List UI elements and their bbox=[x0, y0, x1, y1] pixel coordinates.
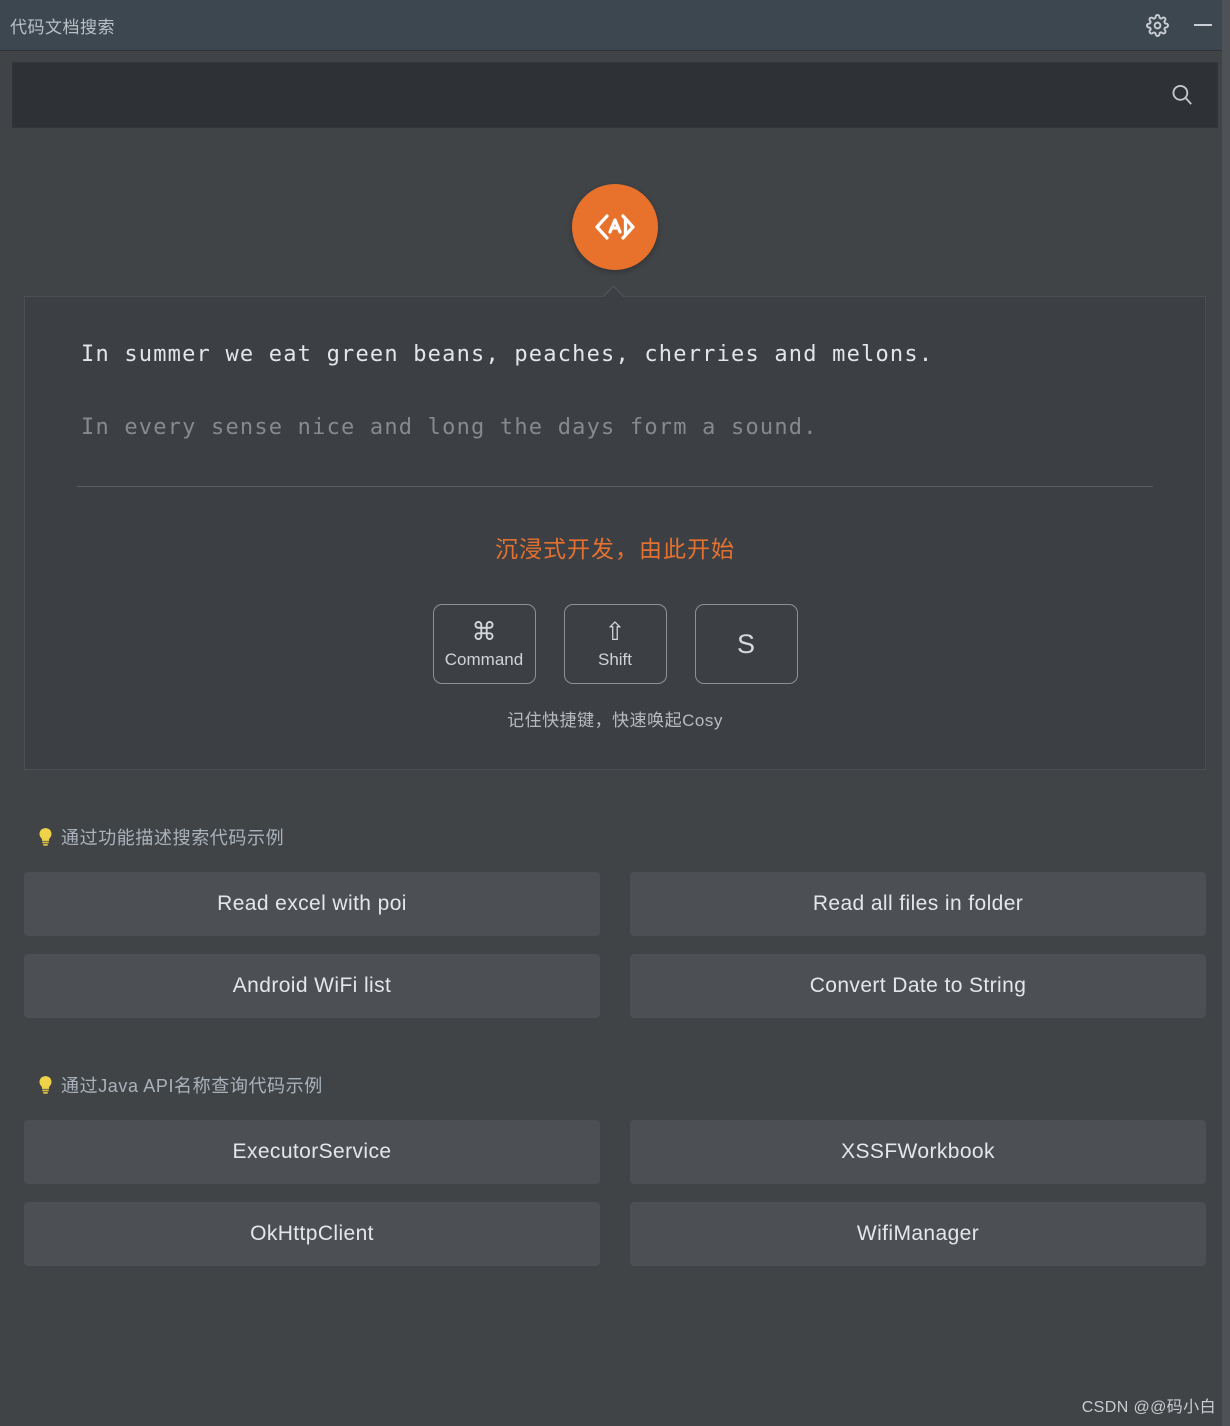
key-shift: ⇧ Shift bbox=[563, 604, 667, 684]
chip-read-excel-with-poi[interactable]: Read excel with poi bbox=[24, 872, 600, 936]
callout-panel: In summer we eat green beans, peaches, c… bbox=[24, 296, 1206, 770]
key-s-glyph: S bbox=[736, 628, 755, 659]
quote-secondary: In every sense nice and long the days fo… bbox=[81, 415, 818, 440]
code-ai-logo-icon bbox=[572, 184, 658, 270]
minimize-icon[interactable] bbox=[1190, 12, 1216, 38]
logo-glyph bbox=[595, 214, 635, 240]
shift-glyph-icon: ⇧ bbox=[604, 617, 626, 646]
quote-primary: In summer we eat green beans, peaches, c… bbox=[81, 342, 934, 367]
key-shift-label: Shift bbox=[597, 650, 633, 669]
search-input[interactable] bbox=[31, 85, 1167, 105]
section-title-api: 通过Java API名称查询代码示例 bbox=[61, 1076, 323, 1096]
search-bar[interactable] bbox=[12, 62, 1218, 128]
lightbulb-glyph bbox=[39, 828, 51, 846]
suggestion-section-api: 通过Java API名称查询代码示例 ExecutorService XSSFW… bbox=[24, 1072, 1206, 1266]
lightbulb-glyph bbox=[39, 1076, 51, 1094]
search-icon[interactable] bbox=[1167, 80, 1197, 110]
command-glyph-icon: ⌘ bbox=[471, 617, 497, 646]
title-bar-actions bbox=[1144, 12, 1216, 38]
section-header-description: 通过功能描述搜索代码示例 bbox=[36, 824, 1206, 850]
lightbulb-icon bbox=[36, 1074, 54, 1096]
chip-read-all-files-in-folder[interactable]: Read all files in folder bbox=[630, 872, 1206, 936]
chip-wifimanager[interactable]: WifiManager bbox=[630, 1202, 1206, 1266]
chip-grid-description: Read excel with poi Read all files in fo… bbox=[24, 872, 1206, 1018]
watermark: CSDN @@码小白 bbox=[1081, 1399, 1216, 1416]
window-edge-strip bbox=[1222, 0, 1230, 1426]
chip-okhttpclient[interactable]: OkHttpClient bbox=[24, 1202, 600, 1266]
key-s: S bbox=[694, 604, 798, 684]
callout-panel-wrapper: In summer we eat green beans, peaches, c… bbox=[24, 296, 1206, 770]
gear-icon[interactable] bbox=[1144, 12, 1170, 38]
section-title-description: 通过功能描述搜索代码示例 bbox=[61, 828, 285, 848]
panel-tagline: 沉浸式开发，由此开始 bbox=[495, 536, 735, 562]
shortcut-keys-row: ⌘ Command ⇧ Shift S bbox=[53, 604, 1177, 684]
shortcut-caption: 记住快捷键，快速唤起Cosy bbox=[507, 711, 723, 730]
section-header-api: 通过Java API名称查询代码示例 bbox=[36, 1072, 1206, 1098]
title-bar: 代码文档搜索 bbox=[0, 0, 1230, 51]
panel-divider bbox=[77, 486, 1153, 487]
panel-arrow-icon bbox=[603, 285, 625, 297]
chip-android-wifi-list[interactable]: Android WiFi list bbox=[24, 954, 600, 1018]
minimize-bar bbox=[1194, 24, 1212, 26]
search-bar-container bbox=[0, 51, 1230, 128]
chip-convert-date-to-string[interactable]: Convert Date to String bbox=[630, 954, 1206, 1018]
logo-row bbox=[0, 184, 1230, 270]
suggestion-section-description: 通过功能描述搜索代码示例 Read excel with poi Read al… bbox=[24, 824, 1206, 1018]
window-title: 代码文档搜索 bbox=[10, 17, 115, 37]
chip-xssfworkbook[interactable]: XSSFWorkbook bbox=[630, 1120, 1206, 1184]
chip-executorservice[interactable]: ExecutorService bbox=[24, 1120, 600, 1184]
key-command: ⌘ Command bbox=[432, 604, 536, 684]
lightbulb-icon bbox=[36, 826, 54, 848]
chip-grid-api: ExecutorService XSSFWorkbook OkHttpClien… bbox=[24, 1120, 1206, 1266]
key-command-label: Command bbox=[444, 650, 524, 669]
